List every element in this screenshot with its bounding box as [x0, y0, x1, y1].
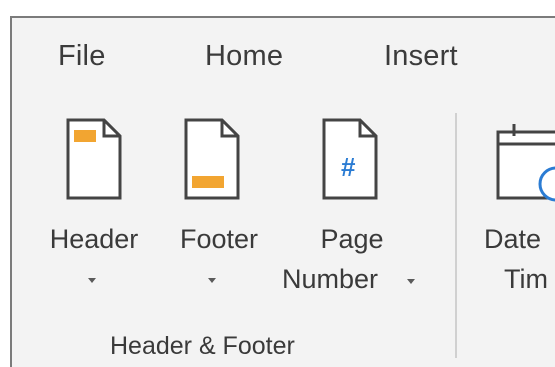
app-window: File Home Insert Header Footer # Page Nu… — [0, 0, 555, 367]
page-number-label-line2: Number — [282, 264, 379, 294]
footer-dropdown-arrow[interactable] — [208, 272, 216, 290]
group-separator — [455, 113, 457, 358]
header-button-label: Header — [49, 224, 139, 254]
footer-button-label: Footer — [179, 224, 259, 254]
date-time-button[interactable]: Date Tim — [478, 118, 555, 318]
footer-page-icon — [184, 118, 240, 200]
calendar-clock-icon — [496, 124, 555, 202]
footer-button[interactable]: Footer — [164, 118, 274, 318]
page-number-dropdown-arrow[interactable] — [407, 273, 415, 291]
tab-insert[interactable]: Insert — [384, 40, 458, 73]
date-time-label-line1: Date — [484, 224, 542, 254]
page-number-label-line1: Page — [320, 224, 384, 254]
header-page-icon — [66, 118, 122, 200]
page-number-button[interactable]: # Page Number — [276, 118, 428, 318]
header-button[interactable]: Header — [38, 118, 150, 318]
ribbon-tabs: File Home Insert — [0, 26, 555, 72]
date-time-label-line2: Tim — [504, 264, 548, 294]
group-label-header-footer: Header & Footer — [110, 332, 295, 360]
header-dropdown-arrow[interactable] — [88, 272, 96, 290]
tab-file[interactable]: File — [58, 40, 106, 73]
tab-home[interactable]: Home — [205, 40, 283, 73]
page-number-icon: # — [322, 118, 378, 200]
page-number-hash: # — [341, 152, 356, 182]
window-top-strip — [0, 0, 555, 16]
